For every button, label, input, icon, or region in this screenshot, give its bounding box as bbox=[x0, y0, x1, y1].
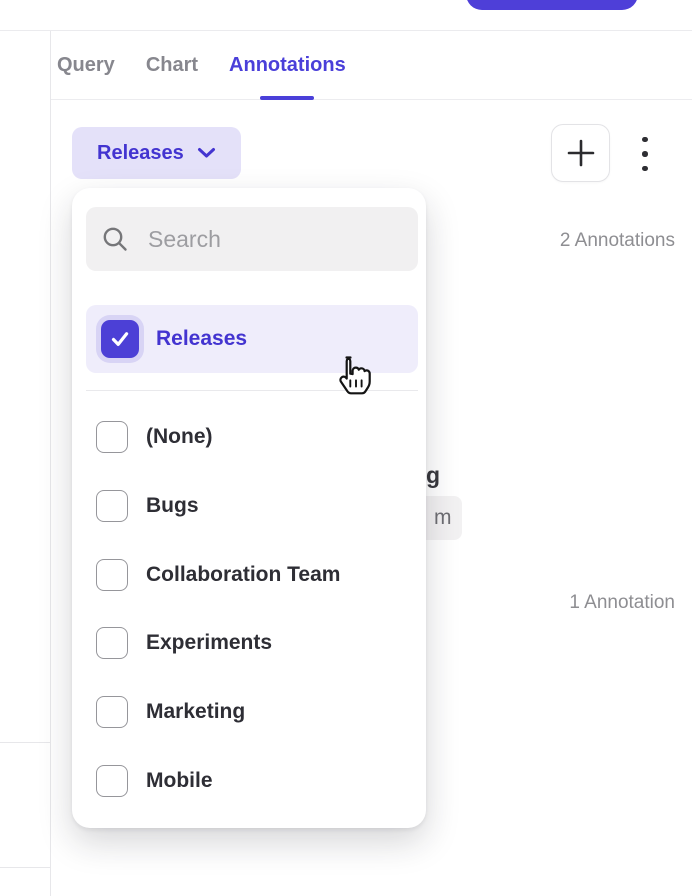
left-rail-divider bbox=[0, 867, 50, 868]
option-label: Experiments bbox=[146, 631, 272, 655]
add-annotation-button[interactable] bbox=[551, 124, 610, 182]
annotation-count-bottom: 1 Annotation bbox=[569, 592, 675, 614]
checkbox-unchecked[interactable] bbox=[96, 696, 128, 728]
tab-chart[interactable]: Chart bbox=[146, 31, 198, 99]
search-input[interactable] bbox=[148, 226, 404, 253]
option-mobile[interactable]: Mobile bbox=[86, 746, 418, 815]
releases-filter-label: Releases bbox=[97, 142, 184, 165]
checkbox-unchecked[interactable] bbox=[96, 765, 128, 797]
search-box bbox=[86, 207, 418, 271]
checkbox-unchecked[interactable] bbox=[96, 627, 128, 659]
occluded-tag-text: m bbox=[434, 506, 452, 530]
tab-query-label: Query bbox=[57, 54, 115, 77]
primary-action-button[interactable] bbox=[466, 0, 638, 10]
option-experiments[interactable]: Experiments bbox=[86, 609, 418, 678]
checkbox-checked[interactable] bbox=[101, 320, 139, 358]
tab-bar: Query Chart Annotations bbox=[51, 31, 692, 100]
occluded-text-fragment: g bbox=[426, 462, 440, 489]
kebab-menu-icon[interactable] bbox=[632, 131, 658, 177]
option-collaboration-team[interactable]: Collaboration Team bbox=[86, 540, 418, 609]
option-label: Mobile bbox=[146, 769, 213, 793]
checkbox-unchecked[interactable] bbox=[96, 559, 128, 591]
option-label: Bugs bbox=[146, 494, 199, 518]
kebab-dot bbox=[642, 151, 648, 157]
annotation-type-list: (None) Bugs Collaboration Team Experimen… bbox=[86, 403, 418, 815]
option-label: Marketing bbox=[146, 700, 245, 724]
releases-filter-button[interactable]: Releases bbox=[72, 127, 241, 179]
dropdown-divider bbox=[86, 390, 418, 391]
option-releases[interactable]: Releases bbox=[86, 305, 418, 373]
chevron-down-icon bbox=[197, 147, 216, 159]
active-tab-underline bbox=[260, 96, 314, 100]
kebab-dot bbox=[642, 166, 648, 172]
annotation-filter-dropdown: Releases (None) Bugs Collaboration Team … bbox=[72, 188, 426, 828]
tab-annotations[interactable]: Annotations bbox=[229, 31, 346, 99]
tab-query[interactable]: Query bbox=[57, 31, 115, 99]
checkbox-unchecked[interactable] bbox=[96, 421, 128, 453]
option-label: (None) bbox=[146, 425, 213, 449]
annotation-count-top: 2 Annotations bbox=[560, 230, 675, 252]
option-label: Releases bbox=[156, 327, 247, 351]
option-none[interactable]: (None) bbox=[86, 403, 418, 472]
kebab-dot bbox=[642, 137, 648, 143]
left-rail-divider bbox=[0, 742, 50, 743]
option-marketing[interactable]: Marketing bbox=[86, 678, 418, 747]
tab-annotations-label: Annotations bbox=[229, 54, 346, 77]
check-icon bbox=[109, 328, 131, 350]
checkbox-unchecked[interactable] bbox=[96, 490, 128, 522]
left-rail-border bbox=[50, 31, 51, 896]
option-bugs[interactable]: Bugs bbox=[86, 472, 418, 541]
tab-chart-label: Chart bbox=[146, 54, 198, 77]
search-icon bbox=[100, 224, 130, 254]
option-label: Collaboration Team bbox=[146, 563, 340, 587]
plus-icon bbox=[567, 139, 595, 167]
